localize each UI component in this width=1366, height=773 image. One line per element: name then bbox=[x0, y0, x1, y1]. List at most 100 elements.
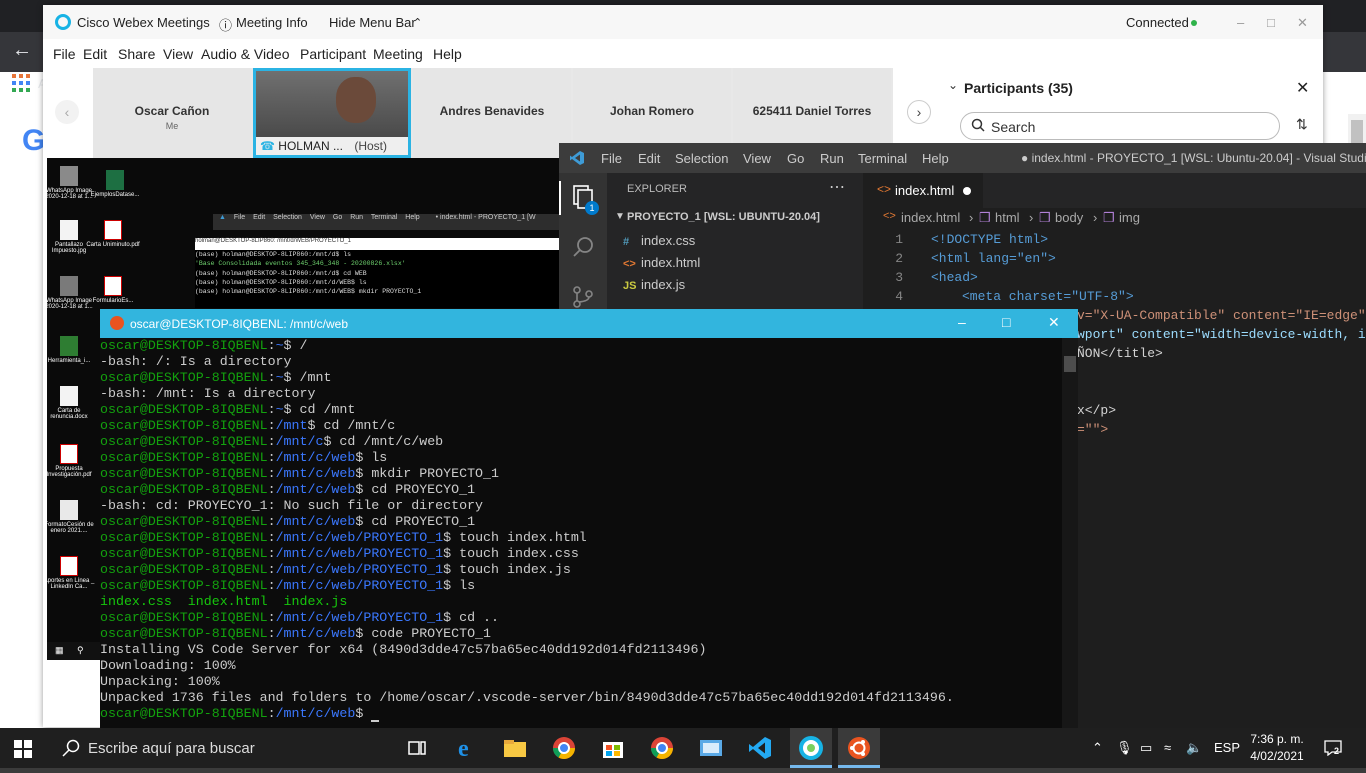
terminal-line: oscar@DESKTOP-8IQBENL:/mnt/c/web/PROYECT… bbox=[100, 546, 579, 561]
meeting-info-button[interactable]: Meeting Info bbox=[236, 15, 308, 30]
menu-edit[interactable]: Edit bbox=[83, 46, 107, 62]
vs-menu-help[interactable]: Help bbox=[922, 151, 949, 166]
taskbar-search-input[interactable]: Escribe aquí para buscar bbox=[88, 740, 255, 757]
close-icon[interactable]: ✕ bbox=[1297, 15, 1308, 31]
terminal-output[interactable]: oscar@DESKTOP-8IQBENL:~$ / -bash: /: Is a… bbox=[100, 338, 1060, 728]
terminal-line: oscar@DESKTOP-8IQBENL:/mnt/c/web/PROYECT… bbox=[100, 610, 500, 625]
chevron-down-icon[interactable]: ⌄ bbox=[948, 78, 958, 92]
chevron-down-icon[interactable]: ▼ bbox=[615, 211, 625, 222]
arrow-left-icon[interactable]: ← bbox=[10, 38, 34, 62]
html-file-icon: <> bbox=[883, 210, 896, 222]
participants-search-input[interactable]: Search bbox=[960, 112, 1280, 140]
tab-index-html[interactable]: <> index.html bbox=[863, 173, 983, 208]
chevron-right-icon: › bbox=[969, 210, 974, 225]
explorer-heading: EXPLORER bbox=[627, 183, 687, 195]
breadcrumb-item[interactable]: body bbox=[1055, 210, 1083, 225]
ubuntu-taskbar-icon[interactable] bbox=[838, 728, 880, 768]
css-file-icon: # bbox=[623, 236, 630, 248]
more-actions-icon[interactable]: ⋯ bbox=[829, 177, 845, 197]
video-tile-host[interactable]: ☎ HOLMAN ... (Host) bbox=[253, 68, 411, 158]
breadcrumb-item[interactable]: html bbox=[995, 210, 1020, 225]
browser-scroll-thumb[interactable] bbox=[1351, 120, 1363, 144]
language-indicator[interactable]: ESP bbox=[1214, 740, 1240, 755]
close-icon[interactable]: ✕ bbox=[1296, 78, 1309, 98]
search-icon bbox=[971, 118, 985, 132]
output-text: -bash: cd: PROYECYO_1: No such file or d… bbox=[100, 498, 484, 513]
edge-icon[interactable]: e bbox=[452, 734, 482, 762]
maximize-icon[interactable]: □ bbox=[1267, 15, 1275, 30]
prompt-path: ~ bbox=[275, 370, 284, 385]
chevron-up-icon[interactable]: ⌃ bbox=[1092, 740, 1103, 756]
file-item[interactable]: <> index.html bbox=[623, 255, 700, 270]
code-line: <meta charset="UTF-8"> bbox=[962, 289, 1134, 304]
terminal-scrollbar[interactable] bbox=[1062, 338, 1078, 728]
hide-menu-bar-button[interactable]: Hide Menu Bar bbox=[329, 15, 416, 30]
vs-tab-bar: <> index.html bbox=[863, 173, 1366, 208]
maximize-icon[interactable]: □ bbox=[1002, 314, 1010, 330]
command-text: /mnt bbox=[291, 370, 332, 385]
store-icon[interactable] bbox=[598, 734, 628, 762]
menu-view[interactable]: View bbox=[163, 46, 193, 62]
chevron-right-icon: › bbox=[1029, 210, 1034, 225]
prompt-path: /mnt/c/web bbox=[275, 482, 356, 497]
terminal-line: oscar@DESKTOP-8IQBENL:~$ cd /mnt bbox=[100, 402, 356, 417]
breadcrumb-item[interactable]: index.html bbox=[901, 210, 960, 225]
wifi-icon[interactable]: ≈ bbox=[1164, 740, 1171, 755]
battery-icon[interactable]: ▭ bbox=[1140, 740, 1152, 756]
sort-icon[interactable]: ⇅ bbox=[1296, 116, 1308, 133]
close-icon[interactable]: ✕ bbox=[1048, 314, 1060, 331]
menu-audio-video[interactable]: Audio & Video bbox=[201, 46, 289, 62]
menu-share[interactable]: Share bbox=[118, 46, 155, 62]
source-control-icon[interactable] bbox=[571, 285, 595, 309]
vs-menu-file[interactable]: File bbox=[601, 151, 622, 166]
output-text: -bash: /: Is a directory bbox=[100, 354, 292, 369]
minimize-icon[interactable]: – bbox=[1237, 15, 1244, 30]
webex-taskbar-icon[interactable] bbox=[790, 728, 832, 768]
terminal-line: index.css index.html index.js bbox=[100, 594, 1060, 610]
minimize-icon[interactable]: – bbox=[958, 314, 966, 330]
vscode-taskbar-icon[interactable] bbox=[745, 734, 775, 762]
terminal-window: oscar@DESKTOP-8IQBENL: /mnt/c/web – □ ✕ … bbox=[100, 309, 1078, 728]
output-text: -bash: /mnt: Is a directory bbox=[100, 386, 316, 401]
command-text bbox=[363, 706, 371, 721]
vs-menu-view[interactable]: View bbox=[743, 151, 771, 166]
clock-time[interactable]: 7:36 p. m. bbox=[1250, 732, 1304, 746]
unsaved-dot-icon[interactable] bbox=[963, 187, 971, 195]
microphone-icon[interactable]: 🎙 bbox=[1116, 740, 1133, 756]
vs-menu-go[interactable]: Go bbox=[787, 151, 804, 166]
menu-meeting[interactable]: Meeting bbox=[373, 46, 423, 62]
output-text: Downloading: 100% bbox=[100, 658, 236, 673]
search-icon[interactable] bbox=[62, 739, 80, 757]
search-icon[interactable] bbox=[571, 235, 595, 259]
element-icon: ❒ bbox=[1103, 210, 1115, 225]
chrome-icon[interactable] bbox=[647, 734, 677, 762]
clock-date[interactable]: 4/02/2021 bbox=[1250, 749, 1304, 763]
windows-start-icon[interactable] bbox=[14, 740, 32, 758]
menu-participant[interactable]: Participant bbox=[300, 46, 366, 62]
apps-grid-icon[interactable] bbox=[12, 74, 30, 92]
chevron-left-icon[interactable]: ‹ bbox=[55, 100, 79, 124]
terminal-scroll-thumb[interactable] bbox=[1064, 356, 1076, 372]
app-icon[interactable] bbox=[696, 734, 726, 762]
notifications-icon[interactable]: 2 bbox=[1324, 740, 1342, 757]
menu-help[interactable]: Help bbox=[433, 46, 462, 62]
video-tile[interactable]: Andres Benavides bbox=[413, 68, 571, 158]
chevron-up-icon[interactable]: ⌃ bbox=[413, 16, 422, 29]
task-view-icon[interactable] bbox=[402, 734, 432, 762]
vs-menu-run[interactable]: Run bbox=[820, 151, 844, 166]
menu-file[interactable]: File bbox=[53, 46, 76, 62]
chevron-right-icon[interactable]: › bbox=[907, 100, 931, 124]
info-icon[interactable]: ⓘ bbox=[219, 15, 232, 34]
vs-menu-edit[interactable]: Edit bbox=[638, 151, 660, 166]
file-item[interactable]: JS index.js bbox=[623, 277, 685, 292]
terminal-line: Downloading: 100% bbox=[100, 658, 1060, 674]
vs-menu-terminal[interactable]: Terminal bbox=[858, 151, 907, 166]
file-explorer-icon[interactable] bbox=[500, 734, 530, 762]
speaker-icon[interactable]: 🔈 bbox=[1186, 740, 1202, 756]
breadcrumb-item[interactable]: img bbox=[1119, 210, 1140, 225]
project-folder[interactable]: PROYECTO_1 [WSL: UBUNTU-20.04] bbox=[627, 211, 820, 223]
vs-menu-selection[interactable]: Selection bbox=[675, 151, 728, 166]
file-item[interactable]: # index.css bbox=[623, 233, 695, 248]
chrome-icon[interactable] bbox=[549, 734, 579, 762]
video-tile[interactable]: Oscar Cañon Me bbox=[93, 68, 251, 158]
